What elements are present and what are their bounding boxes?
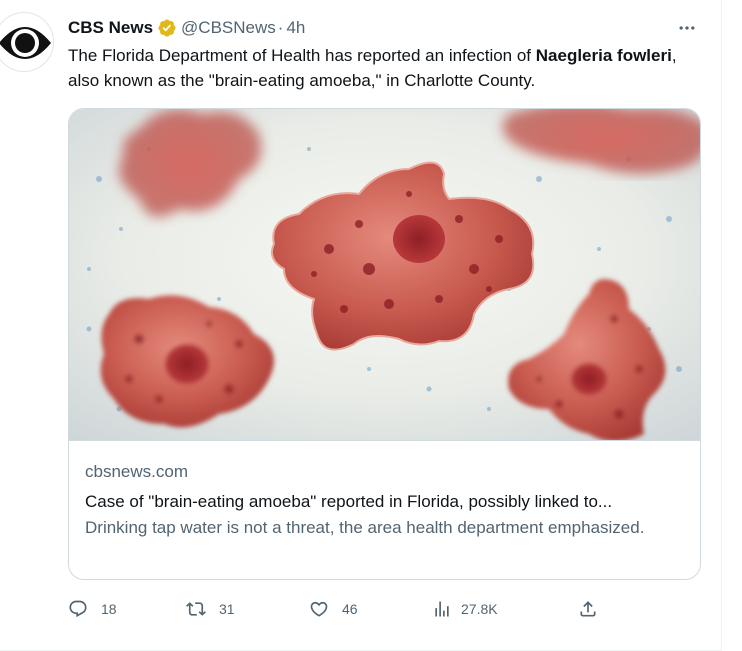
avatar[interactable] <box>0 12 54 72</box>
display-name[interactable]: CBS News <box>68 18 153 38</box>
tweet-header: CBS News @CBSNews · 4h <box>68 16 701 40</box>
analytics-icon <box>435 601 449 617</box>
card-title[interactable]: Case of "brain-eating amoeba" reported i… <box>85 490 685 514</box>
more-icon <box>679 26 695 30</box>
like-button[interactable]: 46 <box>309 596 358 622</box>
card-image[interactable] <box>69 109 700 441</box>
action-bar: 18 31 46 27.8K <box>68 596 608 622</box>
reply-icon <box>69 600 87 618</box>
share-icon <box>580 601 596 617</box>
heart-icon <box>310 601 328 617</box>
reply-count: 18 <box>101 601 117 617</box>
timestamp[interactable]: 4h <box>286 18 305 38</box>
tweet-text-before: The Florida Department of Health has rep… <box>68 46 536 65</box>
link-card[interactable]: cbsnews.com Case of "brain-eating amoeba… <box>68 108 701 580</box>
tweet-text-bold[interactable]: Naegleria fowleri <box>536 46 672 65</box>
card-domain: cbsnews.com <box>85 462 188 481</box>
separator-dot: · <box>277 18 284 37</box>
cbs-eye-logo-icon <box>0 13 53 71</box>
retweet-button[interactable]: 31 <box>186 596 235 622</box>
verified-badge-icon[interactable] <box>157 18 177 38</box>
reply-button[interactable]: 18 <box>68 596 117 622</box>
retweet-icon <box>186 602 206 616</box>
views-count: 27.8K <box>461 601 498 617</box>
amoeba-illustration <box>69 109 700 440</box>
share-button[interactable] <box>578 596 598 622</box>
views-button[interactable]: 27.8K <box>432 596 498 622</box>
more-options-button[interactable] <box>673 14 701 42</box>
tweet-text: The Florida Department of Health has rep… <box>68 43 708 93</box>
card-body: cbsnews.com Case of "brain-eating amoeba… <box>85 460 685 540</box>
like-count: 46 <box>342 601 358 617</box>
tweet: CBS News @CBSNews · 4h The Florida Depar… <box>0 0 722 651</box>
card-description: Drinking tap water is not a threat, the … <box>85 518 645 537</box>
retweet-count: 31 <box>219 601 235 617</box>
handle[interactable]: @CBSNews <box>181 18 276 38</box>
